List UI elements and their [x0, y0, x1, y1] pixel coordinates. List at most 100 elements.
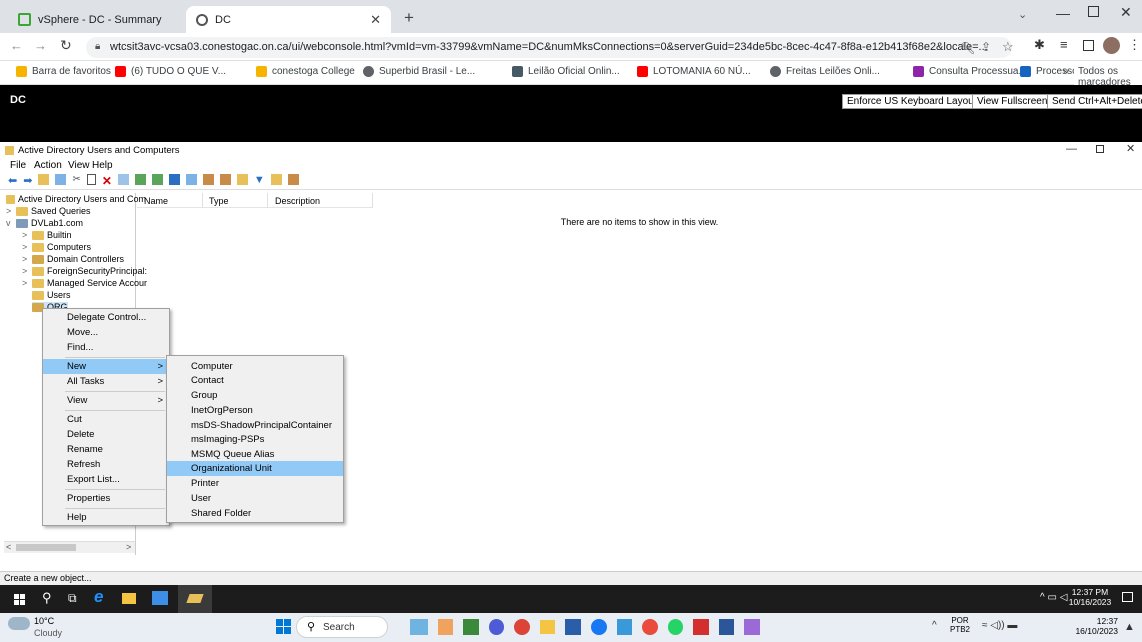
- close-tab-icon[interactable]: ✕: [370, 12, 381, 28]
- menu-refresh[interactable]: Refresh: [43, 457, 169, 472]
- tree-node-users[interactable]: Users: [32, 290, 71, 300]
- facebook-icon[interactable]: [590, 619, 607, 635]
- pdf-icon[interactable]: [693, 619, 709, 635]
- internet-explorer-icon[interactable]: e: [94, 587, 103, 607]
- file-explorer-icon[interactable]: [122, 593, 136, 604]
- bookmark-item[interactable]: Superbid Brasil - Le...: [363, 66, 475, 77]
- new-computer[interactable]: Computer: [167, 359, 343, 374]
- new-organizational-unit[interactable]: Organizational Unit: [167, 461, 343, 476]
- bookmark-star-icon[interactable]: ☆: [1002, 39, 1014, 55]
- tab-dc[interactable]: DC ✕: [186, 6, 391, 33]
- mmc-minimize-button[interactable]: —: [1066, 143, 1077, 155]
- new-msmq-queue-alias[interactable]: MSMQ Queue Alias: [167, 447, 343, 462]
- scroll-left-icon[interactable]: <: [6, 542, 11, 552]
- column-name[interactable]: Name: [144, 196, 168, 206]
- bookmark-item[interactable]: (6) TUDO O QUE V...: [115, 66, 226, 77]
- tree-node-domain-controllers[interactable]: > Domain Controllers: [22, 254, 124, 264]
- scroll-right-icon[interactable]: >: [126, 542, 131, 552]
- new-group[interactable]: Group: [167, 388, 343, 403]
- bookmark-item[interactable]: Consulta Processua...: [913, 66, 1027, 77]
- taskbar-search-box[interactable]: ⚲ Search: [296, 616, 388, 638]
- app-icon[interactable]: [437, 619, 454, 635]
- app-icon[interactable]: [565, 619, 581, 635]
- menu-help[interactable]: Help: [92, 160, 113, 171]
- tree-node-managed-service[interactable]: > Managed Service Accour: [22, 278, 147, 288]
- weather-desc[interactable]: Cloudy: [34, 628, 62, 638]
- expander-icon[interactable]: >: [22, 242, 32, 252]
- notification-bell-icon[interactable]: ▲: [1124, 621, 1135, 633]
- new-user[interactable]: User: [167, 491, 343, 506]
- menu-help[interactable]: Help: [43, 510, 169, 525]
- extensions-icon[interactable]: ✱: [1034, 37, 1045, 53]
- menu-action[interactable]: Action: [34, 160, 62, 171]
- whatsapp-icon[interactable]: [667, 619, 684, 635]
- weather-temp[interactable]: 10°C: [34, 616, 54, 626]
- windows-start-icon[interactable]: [14, 594, 25, 605]
- delete-icon[interactable]: ✕: [102, 174, 112, 188]
- zoom-icon[interactable]: 🔍︎: [960, 41, 975, 55]
- chrome-icon[interactable]: [514, 619, 530, 635]
- scroll-thumb[interactable]: [16, 544, 76, 551]
- host-clock[interactable]: 12:37 16/10/2023: [1068, 616, 1118, 636]
- up-folder-icon[interactable]: [38, 174, 50, 185]
- new-printer[interactable]: Printer: [167, 476, 343, 491]
- menu-delete[interactable]: Delete: [43, 427, 169, 442]
- column-description[interactable]: Description: [275, 196, 320, 206]
- reload-icon[interactable]: ↻: [60, 37, 72, 54]
- back-icon[interactable]: ←: [10, 38, 23, 53]
- tree-horizontal-scrollbar[interactable]: < >: [4, 541, 135, 553]
- view-icon[interactable]: [185, 174, 197, 185]
- add-to-group-icon[interactable]: [287, 174, 299, 185]
- menu-export-list[interactable]: Export List...: [43, 472, 169, 487]
- share-icon[interactable]: ⇪: [981, 40, 991, 54]
- forward-icon[interactable]: ➡: [23, 174, 32, 188]
- new-inetorgperson[interactable]: InetOrgPerson: [167, 403, 343, 418]
- menu-new[interactable]: New >: [43, 359, 169, 374]
- filter-icon[interactable]: ▼: [254, 174, 265, 188]
- expander-icon[interactable]: >: [22, 266, 32, 276]
- new-msimaging-psps[interactable]: msImaging-PSPs: [167, 432, 343, 447]
- tree-node-root[interactable]: Active Directory Users and Com: [6, 194, 146, 204]
- side-panel-icon[interactable]: [1083, 40, 1094, 51]
- menu-move[interactable]: Move...: [43, 325, 169, 340]
- tray-icons[interactable]: ^ ▭ ◁: [1040, 592, 1067, 603]
- word-icon[interactable]: [718, 619, 735, 635]
- widgets-icon[interactable]: [410, 619, 428, 635]
- menu-all-tasks[interactable]: All Tasks >: [43, 374, 169, 389]
- column-divider[interactable]: [372, 193, 373, 208]
- aduc-taskbar-button[interactable]: [178, 585, 212, 613]
- new-contact[interactable]: Contact: [167, 373, 343, 388]
- menu-file[interactable]: File: [10, 160, 26, 171]
- find-icon[interactable]: [270, 174, 282, 185]
- forward-icon[interactable]: →: [34, 38, 47, 53]
- windows-start-icon[interactable]: [276, 619, 291, 634]
- bookmark-item[interactable]: Leilão Oficial Onlin...: [512, 66, 620, 77]
- view-fullscreen-button[interactable]: View Fullscreen: [972, 94, 1053, 109]
- bookmark-item[interactable]: Freitas Leilões Onli...: [770, 66, 880, 77]
- vm-clock[interactable]: 12:37 PM 10/16/2023: [1068, 587, 1112, 607]
- bookmark-item[interactable]: conestoga College: [256, 66, 355, 77]
- tree-node-saved-queries[interactable]: > Saved Queries: [6, 206, 91, 216]
- export-icon[interactable]: [151, 174, 163, 185]
- copy-icon[interactable]: [86, 174, 96, 185]
- task-view-icon[interactable]: ⧉: [68, 591, 77, 606]
- file-explorer-icon[interactable]: [539, 620, 556, 634]
- properties-icon[interactable]: [117, 174, 129, 185]
- profile-avatar[interactable]: [1103, 37, 1120, 54]
- expander-icon[interactable]: v: [6, 218, 16, 228]
- tree-node-computers[interactable]: > Computers: [22, 242, 91, 252]
- menu-view[interactable]: View: [68, 160, 90, 171]
- wifi-volume-battery-icons[interactable]: ≈ ◁)) ▬: [982, 620, 1017, 631]
- cut-icon[interactable]: ✂: [72, 174, 80, 188]
- cloud-icon[interactable]: [8, 617, 30, 630]
- help-icon[interactable]: [168, 174, 180, 185]
- tree-node-builtin[interactable]: > Builtin: [22, 230, 72, 240]
- mmc-close-button[interactable]: ✕: [1126, 142, 1135, 155]
- app-icon[interactable]: [642, 619, 658, 635]
- new-user-icon[interactable]: [202, 174, 214, 185]
- app-icon[interactable]: [616, 619, 633, 635]
- menu-rename[interactable]: Rename: [43, 442, 169, 457]
- new-shared-folder[interactable]: Shared Folder: [167, 506, 343, 521]
- new-shadow-principal-container[interactable]: msDS-ShadowPrincipalContainer: [167, 418, 343, 433]
- menu-find[interactable]: Find...: [43, 340, 169, 355]
